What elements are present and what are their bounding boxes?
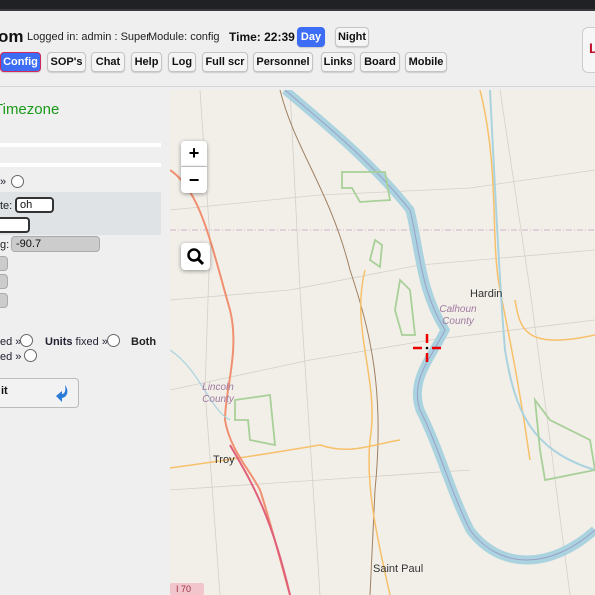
search-icon [186,247,204,265]
fixed-label: ed » [0,336,22,348]
logged-in-text: Logged in: admin : Super [27,31,150,43]
header-divider [0,86,595,87]
nav-config[interactable]: Config [0,52,41,72]
units-rest: fixed » [72,336,108,348]
nav-help[interactable]: Help [131,52,162,72]
zoom-out-button[interactable]: − [181,167,207,193]
nav-sops[interactable]: SOP's [47,52,86,72]
state-input[interactable]: oh [15,197,54,213]
i70-label: I 70 [176,584,192,594]
nav-log[interactable]: Log [168,52,196,72]
divider [0,143,161,147]
clock: Time: 22:39 [229,30,295,44]
county-calhoun: Calhoun County [439,304,477,327]
units-fixed-radio[interactable] [107,334,120,347]
map-search-button[interactable] [181,243,210,270]
gray-button[interactable] [0,274,8,289]
radio-label: » [0,176,7,188]
gray-button[interactable] [0,293,8,308]
logout-box[interactable]: L [582,27,595,73]
units-fixed-label: Units fixed » [45,336,108,348]
nav-board[interactable]: Board [360,52,400,72]
crosshair-marker-icon [413,334,441,362]
submit-button[interactable]: it [0,378,79,408]
nav-mobile[interactable]: Mobile [405,52,447,72]
units-strong: Units [45,336,73,348]
fixed2-radio[interactable] [24,349,37,362]
state-label: te: [0,200,13,212]
module-text: Module: config [148,31,220,43]
zoom-in-button[interactable]: + [181,141,207,167]
divider [0,163,161,167]
fixed-radio[interactable] [20,334,33,347]
day-mode-button[interactable]: Day [297,27,325,47]
return-arrow-icon [56,385,68,402]
nav-links[interactable]: Links [321,52,355,72]
text-input[interactable] [0,217,30,233]
place-hardin: Hardin [470,288,503,300]
night-mode-button[interactable]: Night [335,27,369,47]
nav-chat[interactable]: Chat [91,52,125,72]
both-label: Both [131,336,157,348]
lng-label: g: [0,239,10,251]
map-tiles [170,90,595,595]
county-lincoln: Lincoln County [202,382,234,405]
longitude-input[interactable]: -90.7 [11,236,100,252]
submit-label: it [1,385,8,397]
map[interactable]: + − Hardin Troy Saint Paul Calhoun Count… [170,90,595,595]
app-title: om [0,27,24,46]
place-troy: Troy [213,454,235,466]
place-saint-paul: Saint Paul [373,563,424,575]
nav-full-screen[interactable]: Full scr [202,52,248,72]
browser-top-bar [0,0,595,11]
timezone-heading: Timezone [0,101,60,118]
fixed2-label: ed » [0,351,22,363]
gray-button[interactable] [0,256,8,271]
nav-personnel[interactable]: Personnel [253,52,313,72]
option-radio[interactable] [11,175,24,188]
